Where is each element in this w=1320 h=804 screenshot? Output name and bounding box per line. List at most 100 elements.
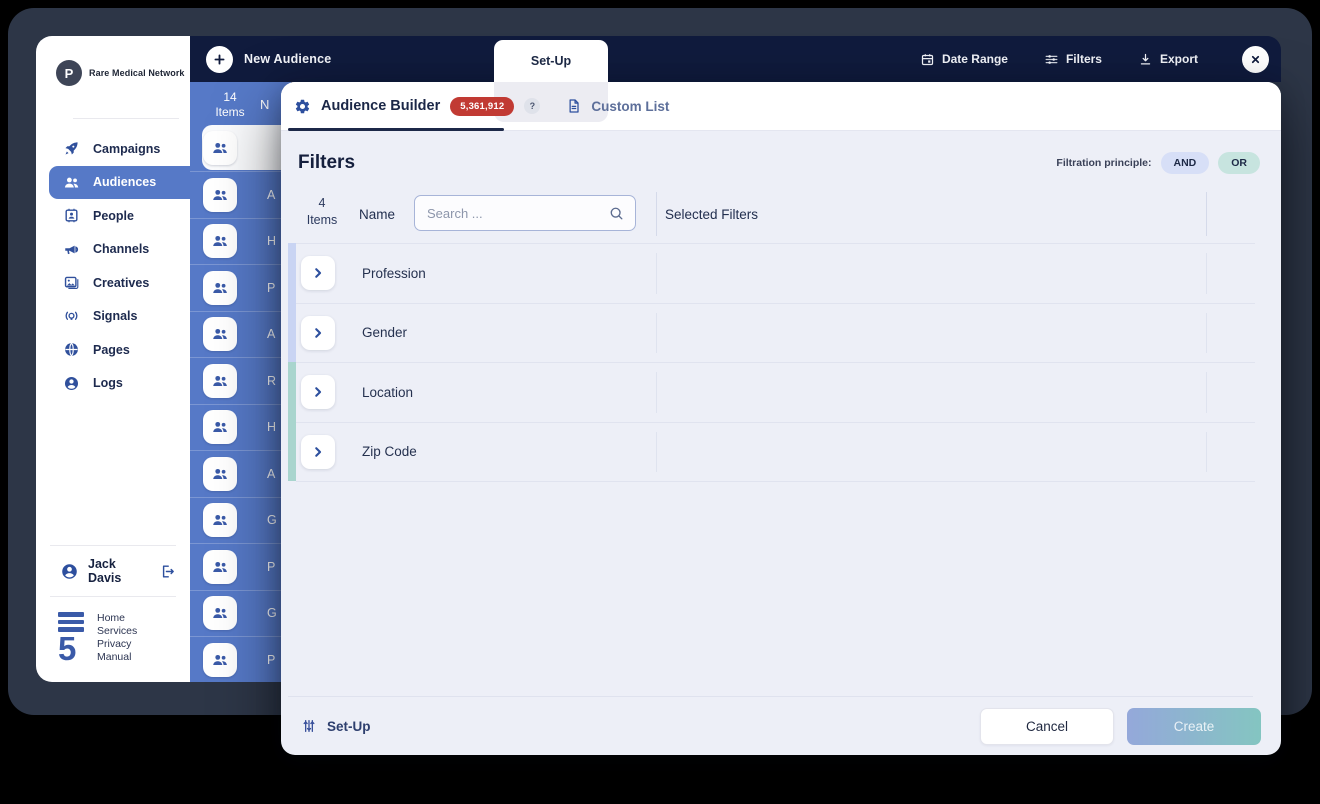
close-button[interactable] bbox=[1242, 46, 1269, 73]
chevron-right-icon bbox=[311, 385, 325, 399]
audience-list-item[interactable]: A bbox=[190, 171, 291, 218]
user-row: Jack Davis bbox=[36, 546, 190, 596]
expand-button[interactable] bbox=[301, 435, 335, 469]
audience-list-item[interactable]: P bbox=[190, 264, 291, 311]
audience-list-item[interactable]: R bbox=[190, 357, 291, 404]
audience-builder-modal: Audience Builder 5,361,912 ? Custom List… bbox=[281, 82, 1281, 755]
audience-avatar-icon bbox=[203, 643, 237, 677]
help-badge[interactable]: ? bbox=[524, 98, 540, 114]
audience-list-item[interactable]: G bbox=[190, 590, 291, 637]
link-services[interactable]: Services bbox=[97, 625, 137, 638]
filter-row-location[interactable]: Location bbox=[296, 363, 1255, 423]
filter-count: 4 Items bbox=[296, 195, 348, 229]
modal-body: Filters Filtration principle: AND OR 4 I… bbox=[281, 130, 1281, 755]
tab-set-up[interactable]: Set-Up bbox=[494, 40, 608, 82]
audience-list-item[interactable]: P bbox=[190, 543, 291, 590]
tab-audience-builder[interactable]: Audience Builder 5,361,912 ? bbox=[294, 97, 540, 116]
audience-list-item[interactable]: A bbox=[190, 450, 291, 497]
sidebar-item-people[interactable]: People bbox=[36, 199, 190, 233]
footer-set-up[interactable]: Set-Up bbox=[301, 718, 371, 734]
audience-list-item[interactable]: G bbox=[190, 497, 291, 544]
footer-set-up-label: Set-Up bbox=[327, 719, 371, 734]
audience-count: 14 Items bbox=[190, 90, 270, 120]
filter-row-profession[interactable]: Profession bbox=[296, 244, 1255, 304]
expand-button[interactable] bbox=[301, 256, 335, 290]
export-button[interactable]: Export bbox=[1138, 52, 1198, 67]
expand-button[interactable] bbox=[301, 316, 335, 350]
filter-row-label: Gender bbox=[362, 325, 407, 340]
five-logo: 5 bbox=[58, 612, 84, 663]
people-icon bbox=[63, 174, 80, 191]
name-column-header: Name bbox=[359, 207, 395, 222]
brand-logo-icon: P bbox=[56, 60, 82, 86]
audience-list-item[interactable]: H bbox=[190, 218, 291, 265]
audience-count-badge: 5,361,912 bbox=[450, 97, 514, 116]
new-audience-button[interactable] bbox=[206, 46, 233, 73]
link-manual[interactable]: Manual bbox=[97, 651, 137, 664]
image-icon bbox=[63, 274, 80, 291]
modal-tab-bar: Audience Builder 5,361,912 ? Custom List bbox=[281, 82, 1281, 131]
globe-icon bbox=[63, 341, 80, 358]
search-input[interactable] bbox=[415, 206, 608, 221]
audience-avatar-icon bbox=[203, 410, 237, 444]
sidebar-item-audiences[interactable]: Audiences bbox=[49, 166, 190, 200]
cancel-button[interactable]: Cancel bbox=[980, 708, 1114, 745]
person-circle-icon bbox=[63, 375, 80, 392]
or-toggle[interactable]: OR bbox=[1218, 152, 1260, 174]
active-tab-underline bbox=[288, 128, 504, 132]
megaphone-icon bbox=[63, 241, 80, 258]
link-privacy[interactable]: Privacy bbox=[97, 638, 137, 651]
audience-avatar-icon bbox=[203, 596, 237, 630]
sidebar-item-creatives[interactable]: Creatives bbox=[36, 266, 190, 300]
top-bar: New Audience Date Range Filters Export bbox=[190, 36, 1281, 82]
filters-label: Filters bbox=[1066, 52, 1102, 66]
expand-button[interactable] bbox=[301, 375, 335, 409]
create-button[interactable]: Create bbox=[1127, 708, 1261, 745]
chevron-right-icon bbox=[311, 266, 325, 280]
audience-list-item[interactable]: H bbox=[190, 404, 291, 451]
filters-button[interactable]: Filters bbox=[1044, 52, 1102, 67]
sidebar-item-campaigns[interactable]: Campaigns bbox=[36, 132, 190, 166]
filter-row-label: Location bbox=[362, 385, 413, 400]
filters-section-title: Filters bbox=[298, 152, 355, 174]
logout-button[interactable] bbox=[159, 563, 176, 580]
column-divider bbox=[1206, 192, 1207, 236]
filter-table-header: 4 Items Name Selected Filters bbox=[281, 190, 1281, 242]
sidebar-item-pages[interactable]: Pages bbox=[36, 333, 190, 367]
tab-custom-list[interactable]: Custom List bbox=[566, 98, 669, 114]
close-icon bbox=[1250, 54, 1261, 65]
audience-avatar-icon bbox=[203, 317, 237, 351]
column-divider bbox=[656, 192, 657, 236]
sliders-icon bbox=[1044, 52, 1059, 67]
audience-avatar-icon bbox=[203, 550, 237, 584]
logout-icon bbox=[159, 563, 176, 580]
filter-row-zip-code[interactable]: Zip Code bbox=[296, 423, 1255, 483]
date-range-button[interactable]: Date Range bbox=[920, 52, 1008, 67]
sidebar-item-label: Creatives bbox=[93, 276, 149, 290]
audience-avatar-icon bbox=[203, 364, 237, 398]
chevron-right-icon bbox=[311, 445, 325, 459]
link-home[interactable]: Home bbox=[97, 612, 137, 625]
sidebar-item-label: Logs bbox=[93, 376, 123, 390]
modal-footer: Set-Up Cancel Create bbox=[281, 697, 1281, 755]
audience-list-item[interactable] bbox=[190, 125, 291, 172]
brand-logo: P Rare Medical Network bbox=[36, 36, 190, 86]
group-indicator-and bbox=[288, 243, 296, 362]
audience-list-item[interactable]: P bbox=[190, 636, 291, 682]
audience-avatar-icon bbox=[203, 178, 237, 212]
and-toggle[interactable]: AND bbox=[1161, 152, 1210, 174]
audience-list-item[interactable]: A bbox=[190, 311, 291, 358]
sidebar-item-label: People bbox=[93, 209, 134, 223]
filtration-principle-label: Filtration principle: bbox=[1056, 157, 1151, 169]
download-icon bbox=[1138, 52, 1153, 67]
sidebar-item-label: Campaigns bbox=[93, 142, 160, 156]
export-label: Export bbox=[1160, 52, 1198, 66]
sidebar-item-signals[interactable]: Signals bbox=[36, 300, 190, 334]
sidebar-item-channels[interactable]: Channels bbox=[36, 233, 190, 267]
sidebar-item-label: Audiences bbox=[93, 175, 156, 189]
sidebar-item-logs[interactable]: Logs bbox=[36, 367, 190, 401]
date-range-label: Date Range bbox=[942, 52, 1008, 66]
vertical-sliders-icon bbox=[301, 718, 317, 734]
filter-row-gender[interactable]: Gender bbox=[296, 304, 1255, 364]
divider bbox=[73, 118, 179, 119]
